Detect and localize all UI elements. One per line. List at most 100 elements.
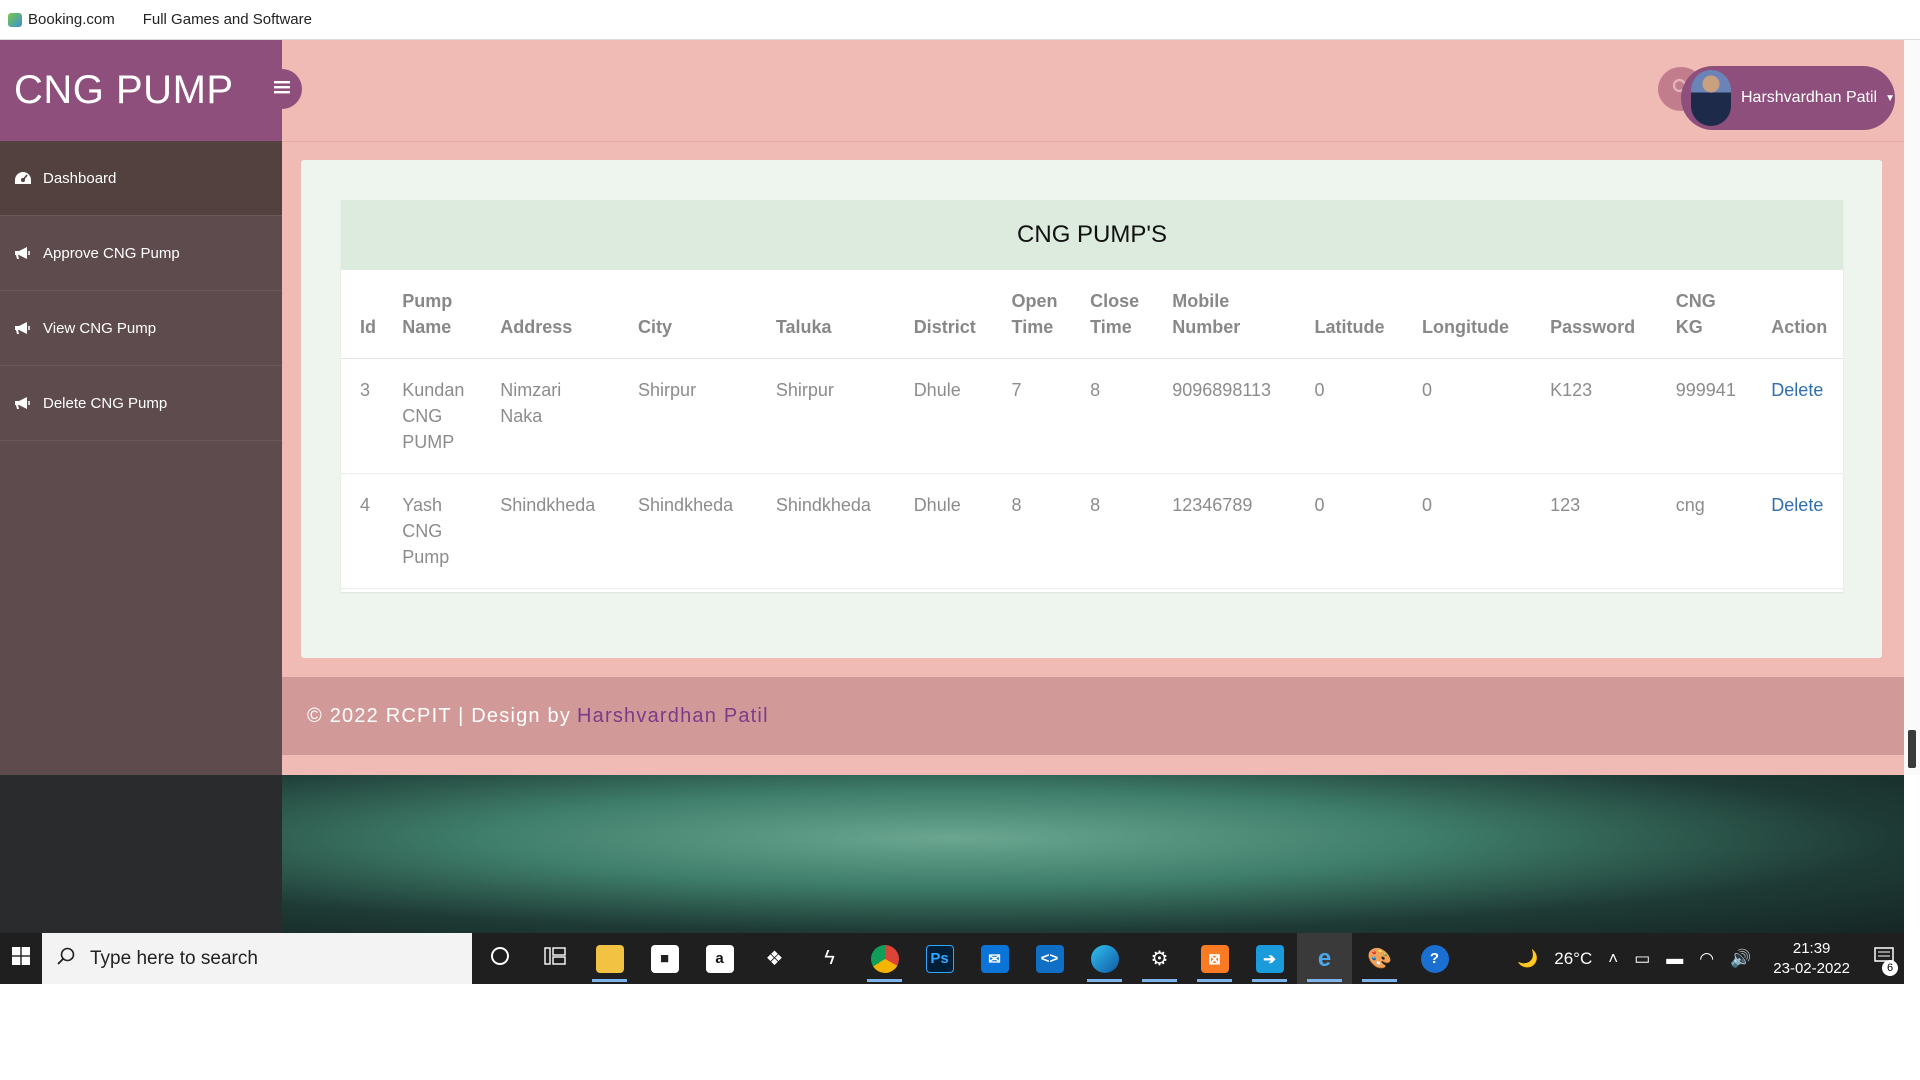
page-scrollbar[interactable] bbox=[1904, 40, 1920, 775]
cell-address: Nimzari Naka bbox=[481, 358, 620, 474]
user-name: Harshvardhan Patil bbox=[1741, 89, 1878, 106]
taskbar-app-edge[interactable] bbox=[1077, 933, 1132, 984]
footer-designer-link[interactable]: Harshvardhan Patil bbox=[577, 705, 769, 728]
bookmarks-bar: Booking.com Full Games and Software bbox=[0, 0, 1920, 40]
col-header-close-time: Close Time bbox=[1071, 270, 1154, 359]
table-header-row: Id Pump Name Address City Taluka District… bbox=[341, 270, 1843, 359]
start-button[interactable] bbox=[0, 933, 42, 984]
taskbar: Type here to search ■ a ❖ ϟ Ps ✉ <> ⚙ ⊠ … bbox=[0, 933, 1904, 984]
taskbar-app-sublime[interactable]: ϟ bbox=[802, 933, 857, 984]
chevron-up-icon[interactable]: ˄ bbox=[1608, 949, 1618, 969]
dashboard-icon bbox=[13, 170, 33, 186]
cell-action: Delete bbox=[1752, 358, 1843, 474]
volume-icon[interactable]: 🔊 bbox=[1730, 949, 1751, 969]
col-header-cng-kg: CNG KG bbox=[1656, 270, 1753, 359]
taskbar-app-photoshop[interactable]: Ps bbox=[912, 933, 967, 984]
delete-link[interactable]: Delete bbox=[1771, 380, 1823, 400]
footer-text: © 2022 RCPIT | Design by bbox=[307, 704, 572, 727]
cng-pump-table: Id Pump Name Address City Taluka District… bbox=[341, 270, 1843, 589]
taskbar-app-help[interactable]: ? bbox=[1407, 933, 1462, 984]
weather-temp[interactable]: 26°C bbox=[1554, 949, 1592, 969]
taskbar-app-file-explorer[interactable] bbox=[582, 933, 637, 984]
wifi-icon[interactable]: ◠ bbox=[1699, 949, 1714, 969]
gear-icon: ⚙ bbox=[1150, 948, 1169, 970]
sidebar-item-label: Approve CNG Pump bbox=[43, 244, 180, 262]
cortana-button[interactable] bbox=[472, 933, 527, 984]
clock-date: 23-02-2022 bbox=[1773, 959, 1850, 977]
scroll-thumb[interactable] bbox=[1908, 730, 1916, 768]
booking-favicon-icon bbox=[8, 12, 22, 27]
cell-open-time: 7 bbox=[992, 358, 1072, 474]
sidebar-item-delete-cng-pump[interactable]: Delete CNG Pump bbox=[0, 366, 282, 441]
task-view-icon bbox=[543, 946, 566, 972]
device-icon[interactable]: ▭ bbox=[1634, 949, 1650, 969]
taskbar-app-mail[interactable]: ✉ bbox=[967, 933, 1022, 984]
bookmark-booking[interactable]: Booking.com bbox=[8, 11, 115, 28]
cortana-icon bbox=[490, 946, 510, 972]
cell-action: Delete bbox=[1752, 473, 1843, 589]
remote-icon: ➔ bbox=[1255, 944, 1284, 973]
taskbar-app-dropbox[interactable]: ❖ bbox=[747, 933, 802, 984]
taskbar-clock[interactable]: 21:39 23-02-2022 bbox=[1773, 939, 1850, 979]
vscode-icon: <> bbox=[1035, 944, 1064, 973]
taskbar-app-xampp[interactable]: ⊠ bbox=[1187, 933, 1242, 984]
cell-taluka: Shindkheda bbox=[756, 473, 895, 589]
taskbar-app-paint[interactable]: 🎨 bbox=[1352, 933, 1407, 984]
hamburger-icon bbox=[274, 80, 290, 99]
notification-count-badge: 6 bbox=[1882, 960, 1898, 976]
taskbar-edge bbox=[1904, 933, 1920, 984]
col-header-latitude: Latitude bbox=[1295, 270, 1404, 359]
cell-latitude: 0 bbox=[1295, 358, 1404, 474]
sidebar: CNG PUMP Dashboard Approve CNG Pump View… bbox=[0, 40, 282, 775]
task-view-button[interactable] bbox=[527, 933, 582, 984]
sidebar-item-approve-cng-pump[interactable]: Approve CNG Pump bbox=[0, 216, 282, 291]
store-icon: ■ bbox=[650, 944, 679, 973]
taskbar-search-input[interactable]: Type here to search bbox=[42, 933, 472, 984]
battery-icon[interactable]: ▬ bbox=[1666, 949, 1683, 969]
sidebar-item-view-cng-pump[interactable]: View CNG Pump bbox=[0, 291, 282, 366]
dropbox-icon: ❖ bbox=[765, 948, 784, 970]
cell-mobile: 9096898113 bbox=[1153, 358, 1296, 474]
taskbar-app-amazon[interactable]: a bbox=[692, 933, 747, 984]
bookmark-full-games[interactable]: Full Games and Software bbox=[143, 11, 312, 28]
windows-icon bbox=[12, 947, 30, 970]
table-panel: CNG PUMP'S Id Pump Name Address City Talu… bbox=[341, 200, 1843, 592]
sidebar-item-dashboard[interactable]: Dashboard bbox=[0, 141, 282, 216]
sidebar-toggle-button[interactable] bbox=[262, 69, 302, 109]
brand-title[interactable]: CNG PUMP bbox=[0, 40, 282, 141]
system-tray: 🌙 26°C ˄ ▭ ▬ ◠ 🔊 21:39 23-02-2022 6 bbox=[1509, 933, 1904, 984]
col-header-city: City bbox=[619, 270, 757, 359]
taskbar-app-store[interactable]: ■ bbox=[637, 933, 692, 984]
notification-center-button[interactable]: 6 bbox=[1864, 933, 1904, 984]
bookmark-label: Booking.com bbox=[28, 11, 115, 28]
search-icon bbox=[56, 946, 76, 972]
cell-pump-name: Yash CNG Pump bbox=[383, 473, 482, 589]
user-menu-button[interactable]: Harshvardhan Patil ▼ bbox=[1681, 66, 1895, 130]
cell-mobile: 12346789 bbox=[1153, 473, 1296, 589]
app-window: CNG PUMP Dashboard Approve CNG Pump View… bbox=[0, 40, 1904, 775]
taskbar-app-vscode[interactable]: <> bbox=[1022, 933, 1077, 984]
col-header-password: Password bbox=[1531, 270, 1657, 359]
lightning-icon: ϟ bbox=[824, 947, 835, 969]
cell-id: 4 bbox=[341, 473, 384, 589]
internet-explorer-icon: e bbox=[1317, 944, 1332, 972]
cell-city: Shindkheda bbox=[619, 473, 757, 589]
photoshop-icon: Ps bbox=[925, 944, 954, 973]
amazon-icon: a bbox=[705, 944, 734, 973]
folder-icon bbox=[595, 944, 624, 973]
cell-open-time: 8 bbox=[992, 473, 1072, 589]
delete-link[interactable]: Delete bbox=[1771, 495, 1823, 515]
desktop-wallpaper bbox=[0, 775, 1904, 933]
taskbar-app-chrome[interactable] bbox=[857, 933, 912, 984]
megaphone-icon bbox=[13, 395, 33, 411]
col-header-address: Address bbox=[481, 270, 620, 359]
col-header-id: Id bbox=[341, 270, 384, 359]
taskbar-app-remote[interactable]: ➔ bbox=[1242, 933, 1297, 984]
taskbar-app-settings[interactable]: ⚙ bbox=[1132, 933, 1187, 984]
cell-close-time: 8 bbox=[1071, 358, 1154, 474]
taskbar-app-internet-explorer[interactable]: e bbox=[1297, 933, 1352, 984]
table-title: CNG PUMP'S bbox=[341, 200, 1843, 270]
cell-close-time: 8 bbox=[1071, 473, 1154, 589]
moon-icon: 🌙 bbox=[1517, 948, 1539, 968]
cell-latitude: 0 bbox=[1295, 473, 1404, 589]
